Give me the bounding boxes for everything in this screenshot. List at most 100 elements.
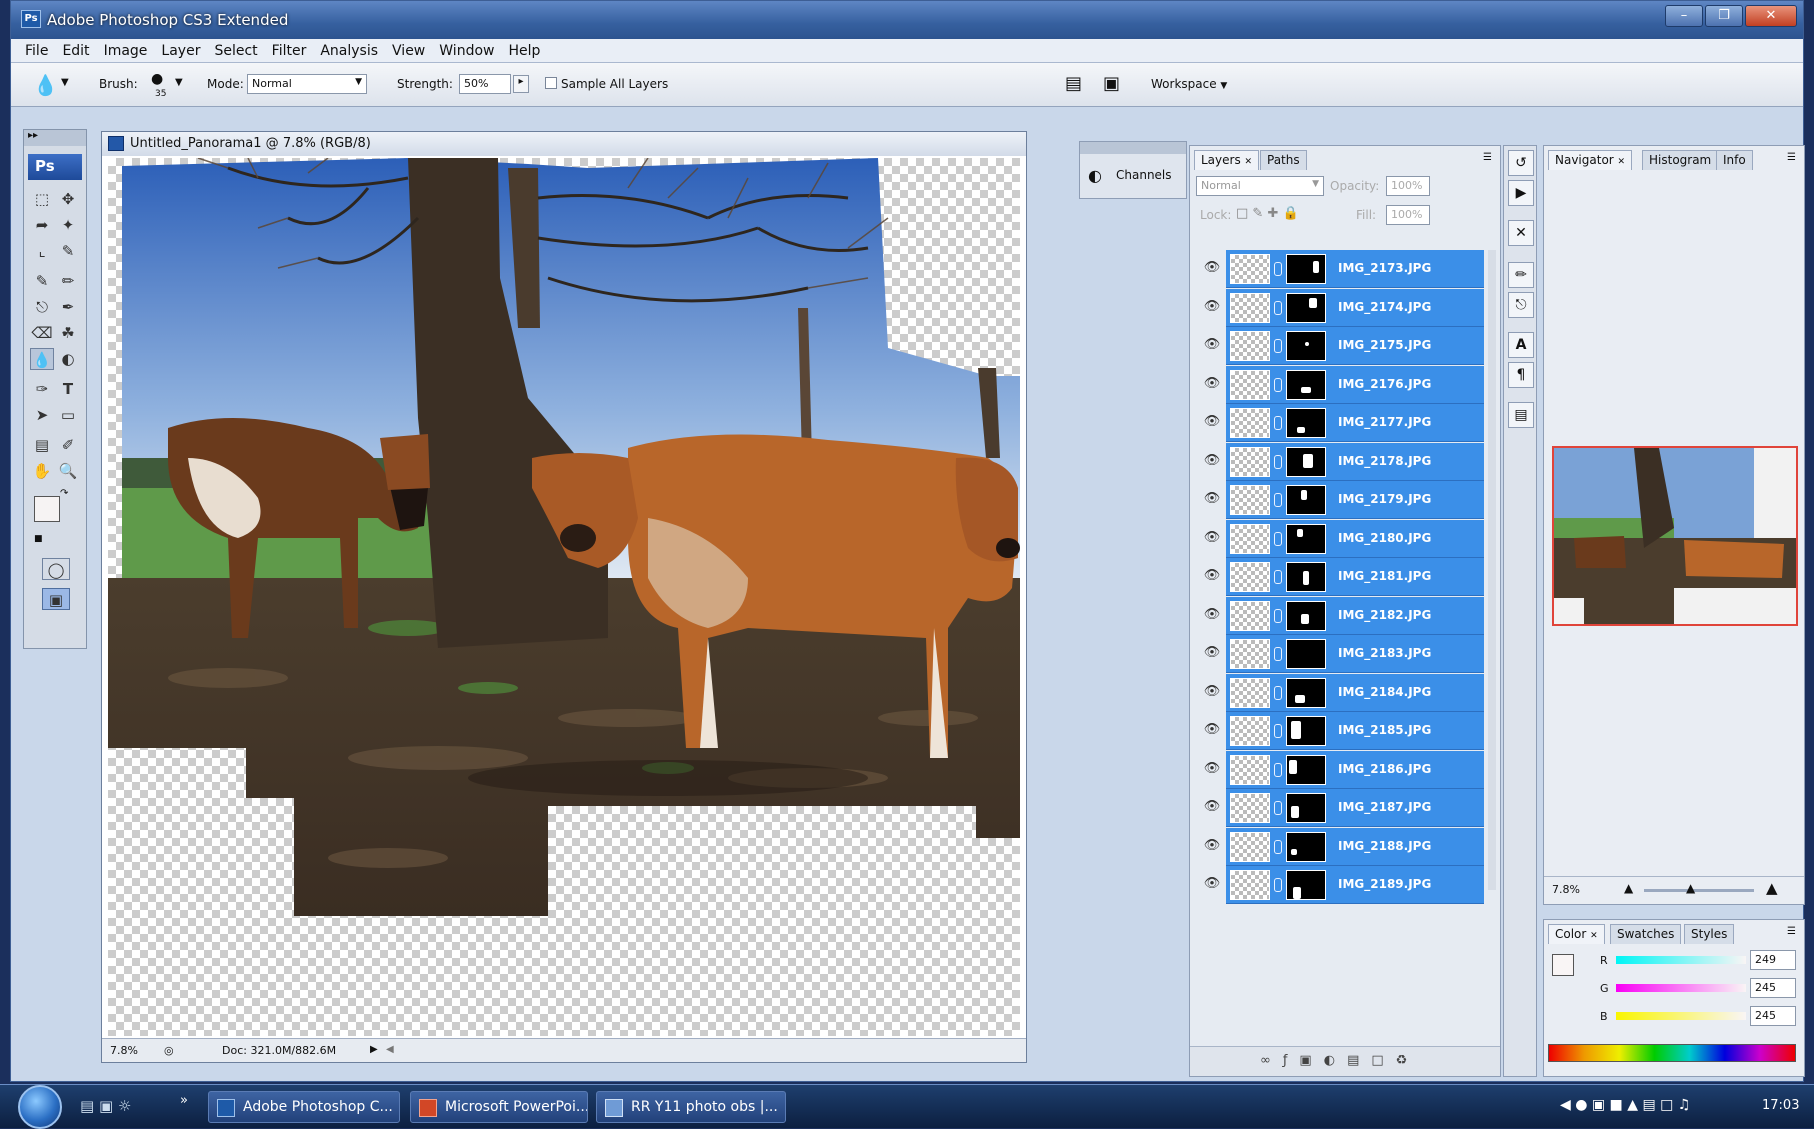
layer-thumbnail[interactable] [1230, 254, 1270, 284]
strength-input[interactable]: 50% [459, 74, 511, 94]
workspace-menu[interactable]: Workspace ▼ [1151, 77, 1227, 91]
layer-mask-thumbnail[interactable] [1286, 523, 1326, 554]
navigator-zoom-value[interactable]: 7.8% [1552, 883, 1580, 896]
mask-link-icon[interactable] [1274, 839, 1282, 854]
visibility-eye-icon[interactable]: 👁 [1202, 607, 1222, 625]
history-icon[interactable]: ↺ [1508, 150, 1534, 176]
lock-icons[interactable]: □ ✎ ✚ 🔒 [1236, 206, 1299, 221]
mask-link-icon[interactable] [1274, 878, 1282, 892]
layer-row[interactable]: 👁 IMG_2173.JPG [1194, 250, 1484, 288]
zoom-field[interactable]: 7.8% [110, 1044, 138, 1057]
blend-mode-select[interactable]: Normal ▼ [1196, 176, 1324, 196]
menu-image[interactable]: Image [104, 43, 148, 59]
layer-selection-band[interactable]: IMG_2182.JPG [1226, 596, 1484, 635]
layer-row[interactable]: 👁 IMG_2181.JPG [1194, 558, 1484, 596]
tab-styles[interactable]: Styles [1684, 924, 1735, 944]
layer-selection-band[interactable]: IMG_2180.JPG [1226, 519, 1484, 558]
close-icon[interactable]: ✕ [1618, 157, 1626, 167]
blur-tool-icon[interactable]: 💧 [30, 348, 54, 370]
visibility-eye-icon[interactable]: 👁 [1202, 838, 1222, 856]
layer-row[interactable]: 👁 IMG_2174.JPG [1194, 288, 1484, 327]
layer-thumbnail[interactable] [1230, 562, 1270, 592]
document-tab[interactable]: Untitled_Panorama1 @ 7.8% (RGB/8) [102, 132, 1026, 156]
restore-button[interactable]: ❐ [1705, 5, 1743, 27]
mask-link-icon[interactable] [1274, 801, 1282, 815]
task-powerpoint[interactable]: Microsoft PowerPoi... [410, 1091, 588, 1123]
layer-mask-thumbnail[interactable] [1286, 408, 1326, 438]
layers-scrollbar[interactable] [1488, 250, 1496, 890]
layer-row[interactable]: 👁 IMG_2188.JPG [1194, 827, 1484, 866]
brush-preview-icon[interactable]: ● [151, 71, 163, 87]
layer-mask-thumbnail[interactable] [1286, 446, 1326, 477]
move-tool-icon[interactable]: ✥ [56, 188, 80, 210]
dodge-tool-icon[interactable]: ◐ [56, 348, 80, 370]
layer-row[interactable]: 👁 IMG_2182.JPG [1194, 596, 1484, 635]
layer-mask-thumbnail[interactable] [1286, 254, 1326, 284]
visibility-eye-icon[interactable]: 👁 [1202, 414, 1222, 432]
layer-selection-band[interactable]: IMG_2179.JPG [1226, 481, 1484, 519]
layer-row[interactable]: 👁 IMG_2186.JPG [1194, 750, 1484, 789]
visibility-eye-icon[interactable]: 👁 [1202, 876, 1222, 894]
mask-link-icon[interactable] [1274, 300, 1282, 315]
color-spectrum-ramp[interactable] [1548, 1044, 1796, 1062]
path-selection-icon[interactable]: ➤ [30, 404, 54, 426]
visibility-eye-icon[interactable]: 👁 [1202, 799, 1222, 817]
adjustment-layer-icon[interactable]: ◐ [1324, 1053, 1347, 1068]
healing-brush-icon[interactable]: ✎ [30, 270, 54, 292]
layer-row[interactable]: 👁 IMG_2175.JPG [1194, 327, 1484, 365]
character-icon[interactable]: A [1508, 332, 1534, 358]
tab-info[interactable]: Info [1716, 150, 1753, 170]
close-icon[interactable]: ✕ [1590, 931, 1598, 941]
quick-mask-icon[interactable]: ◯ [42, 558, 70, 580]
layer-selection-band[interactable]: IMG_2189.JPG [1226, 866, 1484, 904]
layer-selection-band[interactable]: IMG_2177.JPG [1226, 404, 1484, 442]
layer-thumbnail[interactable] [1230, 793, 1270, 823]
visibility-eye-icon[interactable]: 👁 [1202, 684, 1222, 702]
magic-wand-icon[interactable]: ✦ [56, 214, 80, 236]
channel-b-value[interactable]: 245 [1750, 1006, 1796, 1026]
menu-edit[interactable]: Edit [62, 43, 89, 59]
link-layers-icon[interactable]: ∞ [1260, 1053, 1283, 1068]
tab-layers[interactable]: Layers ✕ [1194, 150, 1260, 170]
layer-mask-thumbnail[interactable] [1286, 677, 1326, 708]
tab-paths[interactable]: Paths [1260, 150, 1307, 170]
layer-mask-thumbnail[interactable] [1286, 292, 1326, 323]
layer-comps-icon[interactable]: ▤ [1508, 402, 1534, 428]
menu-view[interactable]: View [392, 43, 425, 59]
layer-selection-band[interactable]: IMG_2183.JPG [1226, 635, 1484, 673]
tab-swatches[interactable]: Swatches [1610, 924, 1682, 944]
mode-select[interactable]: Normal ▼ [247, 74, 367, 94]
tab-histogram[interactable]: Histogram [1642, 150, 1719, 170]
marquee-tool-icon[interactable]: ⬚ [30, 188, 54, 210]
visibility-eye-icon[interactable]: 👁 [1202, 337, 1222, 355]
mask-link-icon[interactable] [1274, 262, 1282, 276]
layer-thumbnail[interactable] [1230, 870, 1270, 900]
actions-icon[interactable]: ▶ [1508, 180, 1534, 206]
close-icon[interactable]: ✕ [1245, 157, 1253, 167]
layer-row[interactable]: 👁 IMG_2176.JPG [1194, 365, 1484, 404]
mask-link-icon[interactable] [1274, 531, 1282, 546]
quick-launch-more-icon[interactable]: » [180, 1093, 188, 1108]
layer-thumbnail[interactable] [1230, 677, 1270, 708]
layer-selection-band[interactable]: IMG_2184.JPG [1226, 673, 1484, 712]
scroll-left-icon[interactable]: ◀ [386, 1044, 394, 1055]
default-colors-icon[interactable]: ■ [34, 534, 43, 544]
visibility-eye-icon[interactable]: 👁 [1202, 761, 1222, 779]
layer-row[interactable]: 👁 IMG_2183.JPG [1194, 635, 1484, 673]
zoom-slider-thumb-icon[interactable]: ▲ [1686, 881, 1695, 895]
visibility-eye-icon[interactable]: 👁 [1202, 491, 1222, 509]
history-brush-icon[interactable]: ✒ [56, 296, 80, 318]
paint-bucket-icon[interactable]: ☘ [56, 322, 80, 344]
sample-all-layers-checkbox[interactable] [545, 77, 557, 89]
pen-tool-icon[interactable]: ✑ [30, 378, 54, 400]
layer-row[interactable]: 👁 IMG_2179.JPG [1194, 481, 1484, 519]
brush-tool-icon[interactable]: ✏ [56, 270, 80, 292]
type-tool-icon[interactable]: T [56, 378, 80, 400]
channel-r-slider[interactable] [1616, 956, 1746, 964]
layer-row[interactable]: 👁 IMG_2180.JPG [1194, 519, 1484, 558]
brush-picker-chevron-icon[interactable]: ▼ [175, 77, 183, 88]
visibility-eye-icon[interactable]: 👁 [1202, 530, 1222, 548]
blur-tool-preset-icon[interactable]: 💧 [33, 73, 58, 97]
system-tray-icons[interactable]: ◀ ● ▣ ■ ▲ ▤ □ ♫ [1560, 1097, 1690, 1113]
mask-link-icon[interactable] [1274, 416, 1282, 430]
